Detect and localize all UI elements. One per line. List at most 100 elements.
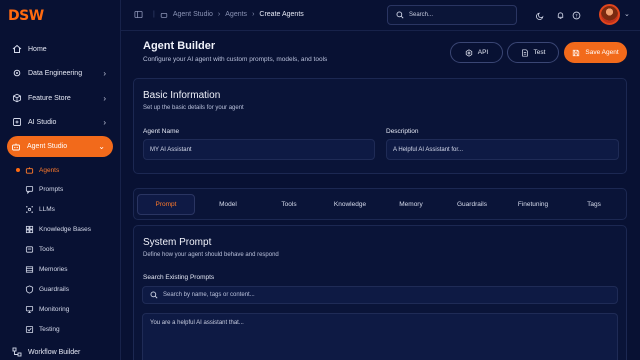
help-icon[interactable]: ? [571,10,581,20]
tab-model[interactable]: Model [199,194,257,215]
search-prompts-label: Search Existing Prompts [143,274,215,281]
global-search-placeholder: Search... [409,12,434,18]
search-prompts-placeholder: Search by name, tags or content... [163,292,255,298]
description-label: Description [386,128,419,135]
sidebar-subitem-tools[interactable]: Tools [24,242,54,256]
sidebar-item-label: Home [28,45,47,53]
sidebar-subitem-label: Monitoring [39,305,70,313]
breadcrumb-separator-icon: › [217,11,221,18]
sidebar-item-label: AI Studio [28,118,57,126]
sidebar-item-data-engineering[interactable]: Data Engineering › [8,64,114,82]
tab-tools[interactable]: Tools [260,194,318,215]
box-icon [11,92,23,104]
sidebar-item-agent-studio[interactable]: Agent Studio ⌄ [7,136,113,157]
description-value: A Helpful AI Assistant for... [393,146,464,153]
tool-icon [24,244,34,254]
page-title: Agent Builder [143,40,216,52]
agent-config-tabs: Prompt Model Tools Knowledge Memory Guar… [133,188,627,220]
basic-information-card: Basic Information Set up the basic detai… [133,78,627,174]
sidebar-item-label: Agent Studio [27,143,68,150]
robot-icon [10,141,22,153]
document-icon [521,48,529,57]
breadcrumb: | Agent Studio › Agents › Create Agents [134,10,309,19]
test-button[interactable]: Test [507,42,559,63]
breadcrumb-item-agents[interactable]: Agents [225,11,247,18]
chevron-down-icon[interactable]: ⌄ [624,10,630,18]
sidebar-subitem-label: Knowledge Bases [39,225,92,233]
breadcrumb-item-current: Create Agents [259,11,304,18]
sidebar-item-workflow-builder[interactable]: Workflow Builder [8,343,114,360]
logo[interactable]: DSW [8,8,44,24]
save-agent-button-label: Save Agent [585,49,619,56]
search-icon [150,291,158,299]
system-prompt-title: System Prompt [143,237,212,248]
sidebar-toggle-icon[interactable] [134,10,143,19]
sidebar-subitem-agents[interactable]: Agents [24,163,59,177]
save-icon [572,49,580,57]
sidebar-item-feature-store[interactable]: Feature Store › [8,89,114,107]
sidebar-subitem-label: Tools [39,245,55,253]
tab-knowledge[interactable]: Knowledge [321,194,379,215]
active-indicator-dot [16,168,20,172]
chevron-right-icon: › [103,117,106,127]
sidebar-subitem-monitoring[interactable]: Monitoring [24,302,69,316]
sidebar-subitem-label: Agents [39,166,60,174]
chevron-right-icon: › [103,93,106,103]
sidebar-subitem-label: Guardrails [39,285,69,293]
tab-memory[interactable]: Memory [382,194,440,215]
search-prompts-input[interactable]: Search by name, tags or content... [142,286,618,304]
agent-name-label: Agent Name [143,128,180,135]
agent-name-value: MY AI Assistant [150,146,192,153]
workflow-icon [11,346,23,358]
ai-icon [11,116,23,128]
sidebar-subitem-prompts[interactable]: Prompts [24,182,63,196]
moon-icon[interactable] [535,10,545,20]
sidebar-subitem-label: Prompts [39,185,64,193]
sidebar-subitem-guardrails[interactable]: Guardrails [24,282,69,296]
breadcrumb-separator-icon: › [252,11,255,18]
test-button-label: Test [533,49,546,56]
save-agent-button[interactable]: Save Agent [564,42,627,63]
system-prompt-subtitle: Define how your agent should behave and … [143,252,279,258]
sidebar-subitem-knowledge-bases[interactable]: Knowledge Bases [24,222,91,236]
network-icon [24,204,34,214]
sidebar-subitem-label: Memories [39,265,68,273]
sidebar-item-ai-studio[interactable]: AI Studio › [8,113,114,131]
monitor-icon [24,304,34,314]
sidebar: DSW Home Data Engineering › Feature Stor… [0,0,121,360]
global-search-input[interactable]: Search... [387,5,517,25]
api-button-label: API [477,49,489,56]
chevron-down-icon: ⌄ [98,142,105,151]
bell-icon[interactable] [555,10,565,20]
sidebar-subitem-label: Testing [39,325,60,333]
avatar[interactable] [599,4,620,25]
robot-icon [160,11,168,19]
robot-icon [24,165,34,175]
gear-icon [11,67,23,79]
sidebar-subitem-testing[interactable]: Testing [24,322,60,336]
sidebar-item-home[interactable]: Home [8,40,114,58]
basic-information-subtitle: Set up the basic details for your agent [143,105,244,111]
system-prompt-text: You are a helpful AI assistant that... [150,320,244,326]
api-button[interactable]: API [450,42,503,63]
search-icon [396,11,404,19]
sidebar-item-label: Workflow Builder [28,348,81,356]
sidebar-subitem-memories[interactable]: Memories [24,262,68,276]
agent-name-field[interactable]: MY AI Assistant [143,139,375,160]
flask-icon [24,324,34,334]
tab-finetuning[interactable]: Finetuning [504,194,562,215]
logo-text: DSW [8,8,44,24]
tab-guardrails[interactable]: Guardrails [443,194,501,215]
page-subtitle: Configure your AI agent with custom prom… [143,56,328,63]
sidebar-subitem-llms[interactable]: LLMs [24,202,55,216]
home-icon [11,43,23,55]
tab-prompt[interactable]: Prompt [137,194,195,215]
system-prompt-textarea[interactable]: You are a helpful AI assistant that... [142,313,618,360]
sidebar-item-label: Data Engineering [28,69,83,77]
chevron-right-icon: › [103,68,106,78]
sidebar-subitem-label: LLMs [39,205,55,213]
tab-tags[interactable]: Tags [565,194,623,215]
description-field[interactable]: A Helpful AI Assistant for... [386,139,619,160]
breadcrumb-item-agent-studio[interactable]: Agent Studio [173,11,213,18]
sidebar-item-label: Feature Store [28,94,71,102]
